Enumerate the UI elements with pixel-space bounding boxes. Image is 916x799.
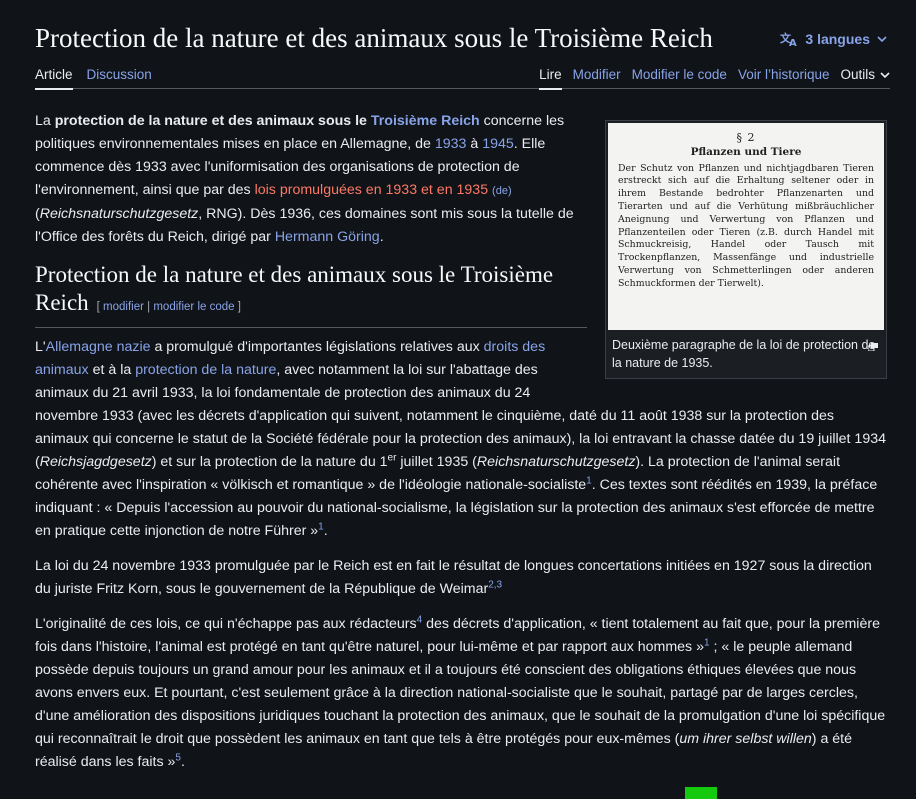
link-allemagne-nazie[interactable]: Allemagne nazie — [46, 339, 151, 355]
tab-article[interactable]: Article — [35, 67, 73, 90]
language-count: 3 langues — [805, 31, 870, 47]
language-selector[interactable]: 文 A 3 langues — [780, 31, 887, 47]
image-heading: Pflanzen und Tiere — [690, 145, 802, 158]
footnote-ref[interactable]: 2,3 — [488, 579, 502, 590]
link-hermann-goring[interactable]: Hermann Göring — [275, 229, 380, 245]
link-protection-nature[interactable]: protection de la nature — [135, 362, 276, 378]
section-edit-link[interactable]: modifier — [103, 301, 144, 313]
link-lois-promulguees[interactable]: lois promulguées en 1933 et en 1935 — [255, 182, 488, 198]
link-1933[interactable]: 1933 — [435, 136, 467, 152]
section-edit-links: [ modifier | modifier le code ] — [96, 301, 241, 313]
tab-discussion[interactable]: Discussion — [87, 67, 152, 90]
link-troisieme-reich[interactable]: Troisième Reich — [371, 113, 480, 129]
tools-label: Outils — [840, 67, 875, 82]
chevron-down-icon — [877, 35, 887, 43]
paragraph-3: L'originalité de ces lois, ce qui n'écha… — [35, 614, 886, 770]
tab-edit[interactable]: Modifier — [573, 67, 621, 90]
translate-icon: 文 A — [780, 31, 798, 47]
section-heading: Protection de la nature et des animaux s… — [35, 261, 587, 328]
article-content: § 2 Pflanzen und Tiere Der Schutz von Pf… — [35, 110, 887, 786]
link-de-wiki[interactable]: (de) — [492, 185, 512, 197]
page-title: Protection de la nature et des animaux s… — [35, 23, 713, 53]
link-1945[interactable]: 1945 — [482, 136, 514, 152]
tab-read[interactable]: Lire — [539, 67, 562, 90]
tab-edit-code[interactable]: Modifier le code — [632, 67, 727, 90]
tools-menu[interactable]: Outils — [840, 67, 890, 90]
floating-widget[interactable] — [685, 787, 717, 799]
image-body-text: Der Schutz von Pflanzen und nichtjagdbar… — [618, 162, 874, 289]
law-text-image[interactable]: § 2 Pflanzen und Tiere Der Schutz von Pf… — [608, 123, 884, 330]
enlarge-icon[interactable] — [867, 338, 878, 352]
svg-text:A: A — [789, 38, 797, 47]
figure-caption: Deuxième paragraphe de la loi de protect… — [608, 336, 884, 376]
chevron-down-icon — [880, 67, 890, 82]
image-section-mark: § 2 — [736, 131, 756, 144]
tab-history[interactable]: Voir l’historique — [738, 67, 830, 90]
infobox-figure: § 2 Pflanzen und Tiere Der Schutz von Pf… — [605, 120, 887, 379]
section-edit-code-link[interactable]: modifier le code — [153, 301, 234, 313]
paragraph-2: La loi du 24 novembre 1933 promulguée pa… — [35, 558, 872, 597]
page-tabs: Article Discussion Lire Modifier Modifie… — [35, 60, 890, 90]
